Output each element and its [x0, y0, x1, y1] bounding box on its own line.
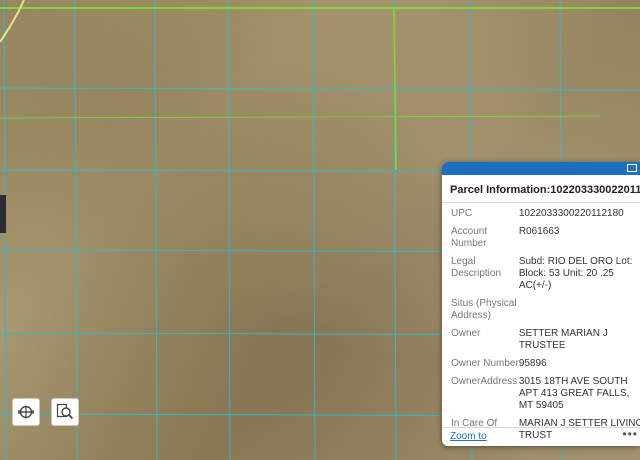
building-footprint: [0, 195, 6, 233]
attribute-row: OwnerAddress 3015 18TH AVE SOUTH APT 413 …: [442, 373, 640, 415]
attribute-value: Subd: RIO DEL ORO Lot: Block: 53 Unit: 2…: [518, 256, 633, 291]
zoom-search-icon: [56, 403, 74, 420]
measure-button[interactable]: [12, 398, 40, 426]
attribute-key: OwnerAddress: [451, 376, 518, 387]
parcel-attributes-table: UPC 1022033300220112180 Account Number R061…: [442, 205, 640, 445]
attribute-key: Legal Description: [451, 256, 502, 279]
attribute-value: SETTER MARIAN J TRUSTEE: [518, 328, 608, 351]
more-options-icon[interactable]: •••: [622, 427, 638, 441]
popup-header-bar: [442, 162, 640, 175]
zoom-to-link[interactable]: Zoom to: [450, 431, 487, 442]
attribute-row: UPC 1022033300220112180: [442, 205, 640, 223]
attribute-value: 3015 18TH AVE SOUTH APT 413 GREAT FALLS,…: [518, 376, 630, 411]
parcel-line: [227, 0, 231, 460]
attribute-value: 1022033300220112180: [518, 208, 624, 219]
parcel-popup: Parcel Information:1022033300220112180 U…: [442, 162, 640, 446]
parcel-line: [312, 0, 316, 460]
attribute-row: Situs (Physical Address): [442, 295, 640, 325]
parcel-line: [0, 87, 640, 91]
section-line: [0, 115, 601, 119]
parcel-line: [154, 0, 158, 460]
attribute-key: Owner Number: [451, 358, 519, 369]
maximize-icon[interactable]: [627, 164, 637, 172]
attribute-row: Owner SETTER MARIAN J TRUSTEE: [442, 325, 640, 355]
zoom-search-button[interactable]: [51, 398, 79, 426]
attribute-row: Owner Number 95896: [442, 355, 640, 373]
attribute-row: Account Number R061663: [442, 223, 640, 253]
attribute-value: R061663: [518, 226, 560, 237]
attribute-key: Owner: [451, 328, 481, 339]
parcel-line: [74, 0, 78, 460]
attribute-key: UPC: [451, 208, 473, 219]
attribute-key: Situs (Physical Address): [451, 298, 517, 321]
attribute-value: [519, 295, 640, 325]
popup-title: Parcel Information:1022033300220112180: [442, 175, 640, 203]
measure-icon: [18, 405, 34, 419]
attribute-value: 95896: [518, 358, 547, 369]
attribute-key: Account Number: [451, 226, 488, 249]
popup-footer: Zoom to •••: [442, 427, 640, 446]
attribute-row: Legal Description Subd: RIO DEL ORO Lot: …: [442, 253, 640, 295]
